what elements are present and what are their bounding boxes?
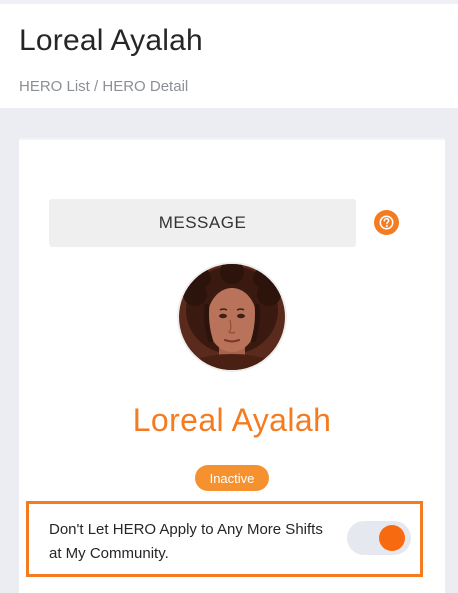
hero-detail-page: Loreal Ayalah HERO List / HERO Detail ME… (0, 0, 458, 593)
toggle-knob (379, 525, 405, 551)
question-circle-icon[interactable] (374, 210, 399, 235)
avatar-photo (179, 264, 285, 370)
breadcrumb-hero-list[interactable]: HERO List (19, 78, 90, 95)
status-badge: Inactive (195, 465, 269, 491)
breadcrumb-hero-detail: HERO Detail (102, 78, 189, 95)
breadcrumb: HERO List / HERO Detail (19, 78, 188, 95)
block-hero-panel: Don't Let HERO Apply to Any More Shifts … (26, 501, 423, 577)
profile-card: MESSAGE Loreal Ayalah Inactive Don't Let… (19, 138, 445, 593)
block-hero-toggle[interactable] (347, 521, 411, 555)
message-button[interactable]: MESSAGE (49, 199, 356, 247)
block-hero-label: Don't Let HERO Apply to Any More Shifts … (49, 521, 323, 562)
question-circle-glyph (379, 215, 394, 230)
avatar (177, 262, 287, 372)
page-header: Loreal Ayalah HERO List / HERO Detail (0, 0, 458, 108)
hero-name: Loreal Ayalah (132, 402, 332, 438)
page-title: Loreal Ayalah (19, 24, 203, 57)
breadcrumb-separator: / (89, 78, 103, 95)
